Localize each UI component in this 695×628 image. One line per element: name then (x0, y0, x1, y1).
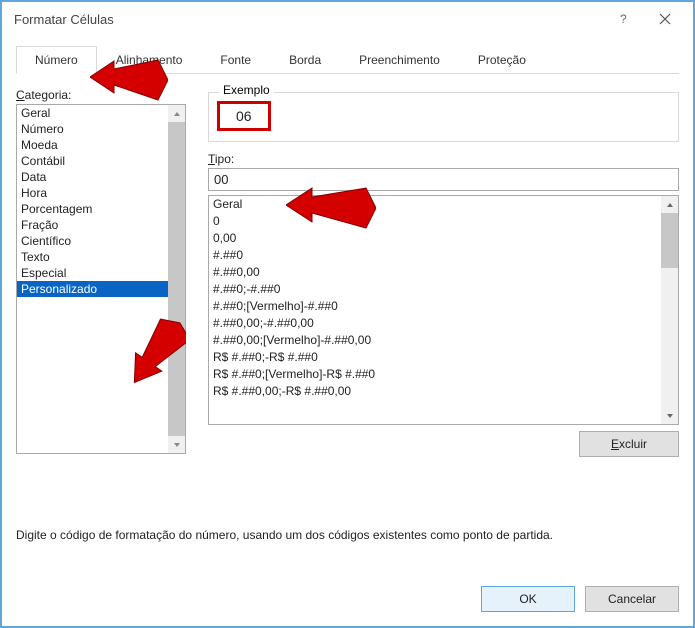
label-tipo: Tipo: (208, 152, 679, 166)
close-icon (659, 13, 671, 25)
category-item[interactable]: Especial (17, 265, 168, 281)
format-item[interactable]: #.##0;[Vermelho]-#.##0 (209, 298, 661, 315)
scrollbar[interactable] (168, 105, 185, 453)
dialog-format-cells: Formatar Células ? Número Alinhamento Fo… (0, 0, 695, 628)
format-item[interactable]: R$ #.##0,00;-R$ #.##0,00 (209, 383, 661, 400)
format-listbox[interactable]: Geral00,00#.##0#.##0,00#.##0;-#.##0#.##0… (208, 195, 679, 425)
format-item[interactable]: 0,00 (209, 230, 661, 247)
category-item[interactable]: Geral (17, 105, 168, 121)
example-group: Exemplo 06 (208, 92, 679, 142)
format-item[interactable]: #.##0 (209, 247, 661, 264)
category-listbox[interactable]: GeralNúmeroMoedaContábilDataHoraPorcenta… (16, 104, 186, 454)
tab-preenchimento[interactable]: Preenchimento (340, 46, 459, 74)
tab-numero[interactable]: Número (16, 46, 97, 74)
tab-borda[interactable]: Borda (270, 46, 340, 74)
category-item[interactable]: Número (17, 121, 168, 137)
type-input[interactable] (208, 168, 679, 191)
format-item[interactable]: Geral (209, 196, 661, 213)
tab-fonte[interactable]: Fonte (201, 46, 270, 74)
format-item[interactable]: R$ #.##0;[Vermelho]-R$ #.##0 (209, 366, 661, 383)
scroll-down-icon[interactable] (661, 407, 678, 424)
category-item[interactable]: Contábil (17, 153, 168, 169)
label-categoria: Categoria: (16, 88, 186, 102)
category-item[interactable]: Científico (17, 233, 168, 249)
format-item[interactable]: 0 (209, 213, 661, 230)
close-button[interactable] (645, 5, 685, 33)
format-item[interactable]: #.##0,00;-#.##0,00 (209, 315, 661, 332)
titlebar: Formatar Células ? (2, 2, 693, 36)
format-item[interactable]: #.##0,00;[Vermelho]-#.##0,00 (209, 332, 661, 349)
svg-text:?: ? (620, 12, 627, 26)
example-value: 06 (217, 101, 271, 131)
tab-alinhamento[interactable]: Alinhamento (97, 46, 202, 74)
help-button[interactable]: ? (605, 5, 645, 33)
category-item[interactable]: Data (17, 169, 168, 185)
tab-protecao[interactable]: Proteção (459, 46, 545, 74)
label-exemplo: Exemplo (219, 83, 274, 97)
scroll-up-icon[interactable] (661, 196, 678, 213)
category-item[interactable]: Porcentagem (17, 201, 168, 217)
ok-button[interactable]: OK (481, 586, 575, 612)
scroll-down-icon[interactable] (168, 436, 185, 453)
tab-bar: Número Alinhamento Fonte Borda Preenchim… (16, 46, 679, 74)
format-item[interactable]: #.##0;-#.##0 (209, 281, 661, 298)
scroll-up-icon[interactable] (168, 105, 185, 122)
hint-text: Digite o código de formatação do número,… (16, 528, 553, 542)
format-item[interactable]: R$ #.##0;-R$ #.##0 (209, 349, 661, 366)
delete-button[interactable]: Excluir (579, 431, 679, 457)
category-item[interactable]: Fração (17, 217, 168, 233)
category-item[interactable]: Texto (17, 249, 168, 265)
category-item[interactable]: Hora (17, 185, 168, 201)
window-title: Formatar Células (14, 12, 605, 27)
category-item[interactable]: Moeda (17, 137, 168, 153)
format-item[interactable]: #.##0,00 (209, 264, 661, 281)
scrollbar[interactable] (661, 196, 678, 424)
help-icon: ? (620, 12, 630, 26)
category-item[interactable]: Personalizado (17, 281, 168, 297)
cancel-button[interactable]: Cancelar (585, 586, 679, 612)
